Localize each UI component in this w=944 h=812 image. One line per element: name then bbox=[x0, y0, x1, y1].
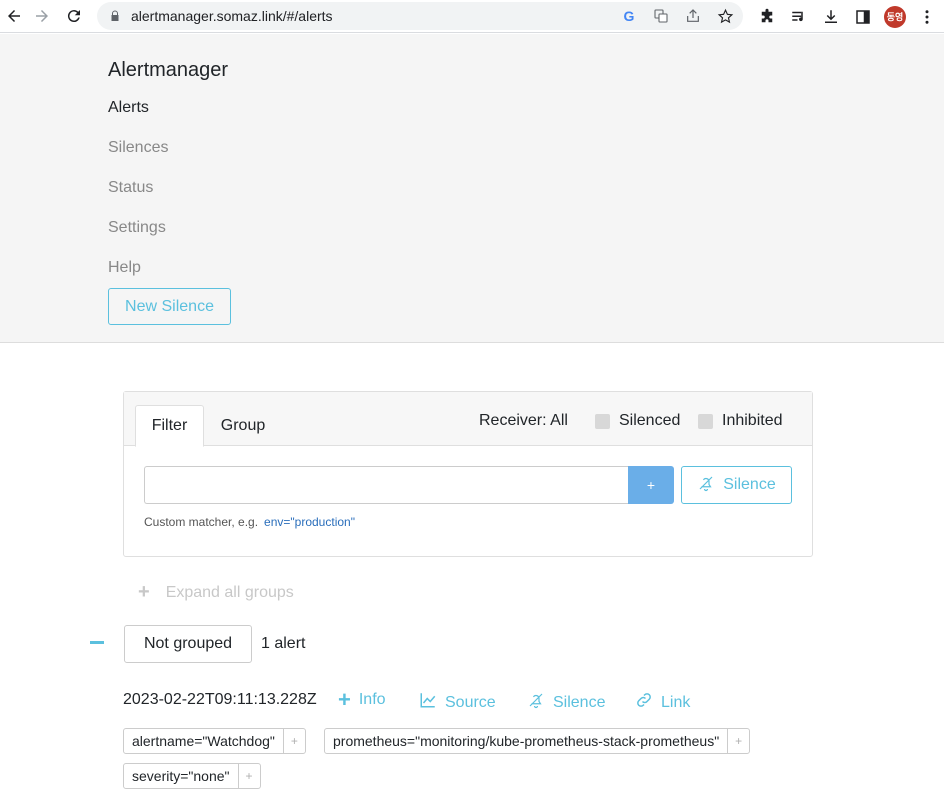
brand-title[interactable]: Alertmanager bbox=[108, 59, 228, 82]
label-add-button[interactable]: + bbox=[727, 729, 749, 753]
source-label: Source bbox=[445, 693, 496, 711]
plus-icon: + bbox=[138, 581, 150, 603]
label-tag-prometheus[interactable]: prometheus="monitoring/kube-prometheus-s… bbox=[324, 728, 751, 754]
address-bar[interactable]: alertmanager.somaz.link/#/alerts G bbox=[97, 2, 743, 30]
silence-filter-label: Silence bbox=[723, 476, 776, 493]
tab-group[interactable]: Group bbox=[204, 405, 282, 447]
group-label: Not grouped bbox=[124, 625, 252, 663]
profile-avatar[interactable]: 동영 bbox=[884, 5, 906, 28]
alert-count: 1 alert bbox=[261, 635, 306, 652]
info-button[interactable]: + Info bbox=[338, 687, 386, 712]
receiver-select[interactable]: Receiver: All bbox=[479, 412, 568, 430]
lock-icon bbox=[109, 9, 123, 23]
nav-link-help[interactable]: Help bbox=[108, 259, 141, 277]
matcher-hint-text: Custom matcher, e.g. bbox=[144, 515, 259, 529]
plus-icon: + bbox=[338, 687, 351, 712]
silence-filter-button[interactable]: Silence bbox=[681, 466, 792, 504]
silenced-checkbox[interactable]: Silenced bbox=[595, 412, 680, 430]
back-icon[interactable] bbox=[0, 2, 28, 30]
label-tag-text[interactable]: alertname="Watchdog" bbox=[124, 729, 283, 753]
nav-link-alerts[interactable]: Alerts bbox=[108, 99, 149, 117]
label-tag-severity[interactable]: severity="none" + bbox=[123, 763, 261, 789]
inhibited-checkbox[interactable]: Inhibited bbox=[698, 412, 783, 430]
nav-link-status[interactable]: Status bbox=[108, 179, 153, 197]
reload-icon[interactable] bbox=[60, 2, 88, 30]
tab-filter[interactable]: Filter bbox=[135, 405, 204, 447]
silence-alert-label: Silence bbox=[553, 693, 606, 711]
link-button[interactable]: Link bbox=[635, 691, 690, 714]
inhibited-label: Inhibited bbox=[722, 412, 783, 429]
bell-slash-icon bbox=[697, 474, 715, 497]
expand-all-groups[interactable]: + Expand all groups bbox=[138, 581, 294, 604]
info-label: Info bbox=[358, 691, 386, 708]
navbar: Alertmanager Alerts Silences Status Sett… bbox=[0, 34, 944, 343]
matcher-hint: Custom matcher, e.g. env="production" bbox=[144, 515, 355, 529]
line-chart-icon bbox=[419, 691, 437, 714]
link-icon bbox=[635, 691, 653, 714]
translate-icon[interactable] bbox=[651, 6, 671, 26]
side-panel-icon[interactable] bbox=[852, 6, 874, 28]
url-text: alertmanager.somaz.link/#/alerts bbox=[131, 8, 333, 24]
nav-link-settings[interactable]: Settings bbox=[108, 219, 166, 237]
silence-alert-button[interactable]: Silence bbox=[527, 691, 605, 714]
silenced-checkbox-box[interactable] bbox=[595, 413, 610, 429]
matcher-input[interactable] bbox=[144, 466, 629, 504]
silenced-label: Silenced bbox=[619, 412, 681, 429]
label-tag-alertname[interactable]: alertname="Watchdog" + bbox=[123, 728, 306, 754]
label-tag-text[interactable]: prometheus="monitoring/kube-prometheus-s… bbox=[325, 729, 727, 753]
kebab-menu-icon[interactable] bbox=[916, 6, 938, 28]
extensions-icon[interactable] bbox=[756, 6, 778, 28]
label-tag-text[interactable]: severity="none" bbox=[124, 764, 238, 788]
add-matcher-button[interactable]: + bbox=[628, 466, 674, 504]
matcher-hint-example[interactable]: env="production" bbox=[264, 515, 355, 529]
browser-toolbar: alertmanager.somaz.link/#/alerts G 동영 bbox=[0, 0, 944, 33]
bell-slash-icon bbox=[527, 691, 545, 714]
media-queue-icon[interactable] bbox=[788, 6, 810, 28]
link-label: Link bbox=[661, 693, 691, 711]
alert-timestamp: 2023-02-22T09:11:13.228Z bbox=[123, 691, 317, 708]
filter-card-header: Filter Group Receiver: All Silenced Inhi… bbox=[124, 392, 812, 447]
label-add-button[interactable]: + bbox=[237, 764, 260, 788]
download-icon[interactable] bbox=[820, 6, 842, 28]
filter-card: Filter Group Receiver: All Silenced Inhi… bbox=[123, 391, 813, 557]
nav-link-silences[interactable]: Silences bbox=[108, 139, 168, 157]
collapse-icon[interactable] bbox=[90, 632, 104, 652]
star-icon[interactable] bbox=[715, 6, 735, 26]
share-icon[interactable] bbox=[683, 6, 703, 26]
source-button[interactable]: Source bbox=[419, 691, 496, 714]
expand-all-label: Expand all groups bbox=[165, 583, 294, 601]
google-icon[interactable]: G bbox=[619, 6, 639, 26]
inhibited-checkbox-box[interactable] bbox=[698, 413, 713, 429]
label-add-button[interactable]: + bbox=[282, 729, 305, 753]
forward-icon[interactable] bbox=[28, 2, 56, 30]
new-silence-button[interactable]: New Silence bbox=[108, 288, 231, 325]
